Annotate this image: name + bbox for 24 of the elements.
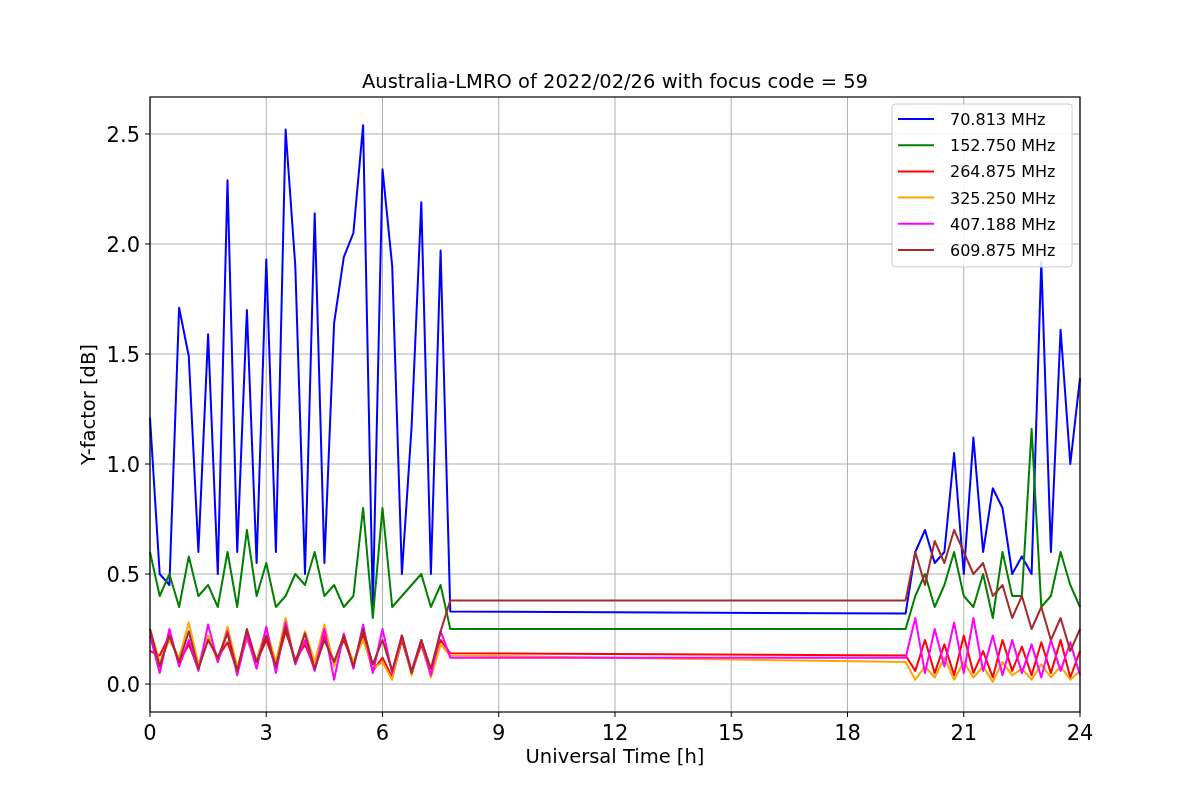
legend-label: 407.188 MHz (950, 214, 1056, 234)
y-axis-label: Y-factor [dB] (77, 344, 100, 465)
x-tick-label: 3 (259, 721, 273, 745)
y-tick-label: 2.5 (106, 122, 140, 147)
legend-label: 325.250 MHz (950, 188, 1056, 208)
x-tick-label: 12 (601, 721, 629, 745)
legend-label: 152.750 MHz (950, 136, 1056, 156)
y-tick-label: 0.0 (106, 673, 140, 698)
x-tick-label: 15 (717, 721, 745, 745)
y-tick-label: 1.5 (106, 343, 140, 367)
x-tick-label: 6 (375, 721, 390, 745)
y-tick-label: 1.0 (106, 453, 140, 477)
x-tick-label: 9 (492, 721, 506, 745)
x-tick-label: 24 (1066, 721, 1094, 745)
chart-title: Australia-LMRO of 2022/02/26 with focus code = 59 (362, 70, 868, 93)
legend-label: 264.875 MHz (950, 162, 1056, 182)
x-tick-label: 0 (143, 721, 157, 745)
y-tick-label: 0.5 (106, 563, 140, 588)
y-tick-label: 2.0 (106, 233, 140, 257)
legend-label: 609.875 MHz (950, 241, 1056, 260)
x-axis-label: Universal Time [h] (525, 745, 705, 768)
x-tick-label: 18 (834, 721, 861, 745)
legend-label: 70.813 MHz (950, 110, 1046, 129)
x-tick-label: 21 (950, 721, 978, 745)
